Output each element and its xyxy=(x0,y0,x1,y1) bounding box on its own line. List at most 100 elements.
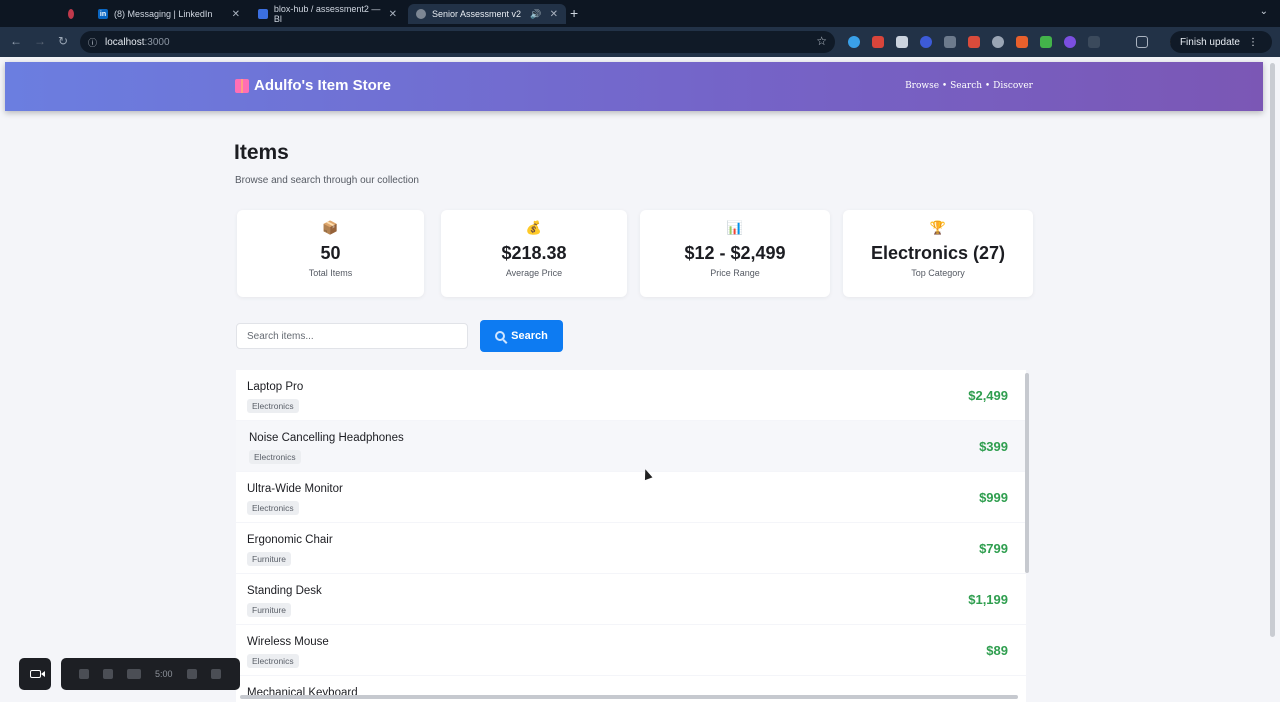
stat-value: 50 xyxy=(320,243,341,263)
stop-icon[interactable] xyxy=(79,669,89,679)
money-bag-icon: 💰 xyxy=(525,220,543,235)
trophy-icon: 🏆 xyxy=(929,220,947,235)
item-name: Ultra-Wide Monitor xyxy=(247,483,343,495)
list-scrollbar-vertical[interactable] xyxy=(1025,373,1029,573)
item-name: Standing Desk xyxy=(247,585,322,597)
search-button[interactable]: Search xyxy=(480,320,563,352)
page-subtitle: Browse and search through our collection xyxy=(235,175,419,186)
stat-card-total-items: 📦 50 Total Items xyxy=(237,210,424,297)
search-icon xyxy=(495,331,506,341)
item-name: Noise Cancelling Headphones xyxy=(249,432,404,444)
item-name: Laptop Pro xyxy=(247,381,304,393)
tab-label: blox-hub / assessment2 — Bl xyxy=(273,4,381,24)
extension-icon[interactable] xyxy=(968,36,980,48)
category-badge: Furniture xyxy=(247,552,292,566)
list-item[interactable]: Standing Desk Furniture $1,199 xyxy=(236,574,1026,624)
bar-chart-icon: 📊 xyxy=(726,220,744,235)
tab-label: Senior Assessment v2 xyxy=(432,9,522,19)
tab-senior-assessment[interactable]: Senior Assessment v2 🔊 ✕ xyxy=(408,4,566,24)
extension-icon[interactable] xyxy=(944,36,956,48)
extension-icon[interactable] xyxy=(872,36,884,48)
url-port: :3000 xyxy=(144,36,170,48)
camera-icon xyxy=(29,670,41,678)
list-item[interactable]: Wireless Mouse Electronics $89 xyxy=(236,625,1026,675)
camera-toggle-button[interactable] xyxy=(19,658,51,690)
extension-icon[interactable] xyxy=(992,36,1004,48)
stat-label: Total Items xyxy=(308,268,353,278)
address-bar[interactable]: ⓘ localhost:3000 ☆ xyxy=(80,31,835,53)
extension-icon[interactable] xyxy=(1040,36,1052,48)
stat-card-price-range: 📊 $12 - $2,499 Price Range xyxy=(640,210,830,297)
new-tab-button[interactable]: + xyxy=(570,5,578,21)
forward-button[interactable]: → xyxy=(34,34,46,48)
chevron-down-icon[interactable]: ⌄ xyxy=(1260,6,1268,17)
globe-icon xyxy=(416,9,426,19)
close-icon[interactable]: ✕ xyxy=(550,9,558,20)
item-name: Ergonomic Chair xyxy=(247,534,333,546)
item-price: $399 xyxy=(979,439,1008,454)
stat-value: $218.38 xyxy=(501,243,567,263)
extension-icon[interactable] xyxy=(1064,36,1076,48)
browser-toolbar: ← → ↻ ⓘ localhost:3000 ☆ Finish update ⋮ xyxy=(0,27,1280,57)
page-title: Items xyxy=(234,141,289,164)
draw-icon[interactable] xyxy=(186,669,197,679)
tab-linkedin[interactable]: in (8) Messaging | LinkedIn ✕ xyxy=(90,4,248,24)
finish-update-button[interactable]: Finish update ⋮ xyxy=(1169,31,1272,53)
trash-icon[interactable] xyxy=(210,669,221,679)
finish-update-label: Finish update xyxy=(1179,36,1240,48)
search-button-label: Search xyxy=(511,330,548,342)
extension-icon[interactable] xyxy=(896,36,908,48)
page-viewport: Adulfo's Item Store Browse • Search • Di… xyxy=(0,57,1280,702)
site-info-icon[interactable]: ⓘ xyxy=(88,36,97,49)
category-badge: Electronics xyxy=(249,450,301,464)
site-header: Adulfo's Item Store Browse • Search • Di… xyxy=(5,62,1263,111)
speaker-icon[interactable]: 🔊 xyxy=(530,9,541,20)
url-host: localhost xyxy=(105,36,145,48)
extensions-puzzle-icon[interactable] xyxy=(1136,36,1148,48)
tab-pinned[interactable] xyxy=(60,4,88,24)
stat-value: $12 - $2,499 xyxy=(684,243,786,263)
item-price: $89 xyxy=(986,643,1008,658)
box-icon: 📦 xyxy=(322,220,339,235)
list-item[interactable]: Ultra-Wide Monitor Electronics $999 xyxy=(236,472,1026,522)
item-price: $1,199 xyxy=(968,592,1008,607)
extension-icon[interactable] xyxy=(1088,36,1100,48)
close-icon[interactable]: ✕ xyxy=(232,9,240,20)
linkedin-icon: in xyxy=(98,9,108,19)
brand-name: Adulfo's Item Store xyxy=(254,77,391,94)
browser-tab-bar: in (8) Messaging | LinkedIn ✕ blox-hub /… xyxy=(0,0,1280,27)
list-scrollbar-horizontal[interactable] xyxy=(240,695,1018,699)
category-badge: Electronics xyxy=(247,399,299,413)
bookmark-star-icon[interactable]: ☆ xyxy=(816,34,827,48)
record-icon xyxy=(68,9,74,19)
list-item[interactable]: Ergonomic Chair Furniture $799 xyxy=(236,523,1026,573)
list-item[interactable]: Laptop Pro Electronics $2,499 xyxy=(236,370,1026,420)
pause-icon[interactable] xyxy=(103,669,113,679)
page-scrollbar[interactable] xyxy=(1270,63,1275,637)
restart-icon[interactable] xyxy=(127,669,141,679)
stat-label: Top Category xyxy=(911,268,965,278)
gift-icon xyxy=(235,78,249,93)
stat-value: Electronics (27) xyxy=(870,243,1006,263)
category-badge: Furniture xyxy=(247,603,292,617)
item-price: $999 xyxy=(979,490,1008,505)
list-item[interactable]: Noise Cancelling Headphones Electronics … xyxy=(236,421,1026,471)
stat-card-top-category: 🏆 Electronics (27) Top Category xyxy=(843,210,1033,297)
reload-button[interactable]: ↻ xyxy=(58,34,68,48)
item-price: $2,499 xyxy=(968,388,1008,403)
item-price: $799 xyxy=(979,541,1008,556)
tab-label: (8) Messaging | LinkedIn xyxy=(114,9,213,19)
tab-blox-hub[interactable]: blox-hub / assessment2 — Bl ✕ xyxy=(250,4,405,24)
stat-label: Price Range xyxy=(710,268,760,278)
recorder-controls: 5:00 xyxy=(61,658,240,690)
extension-icon[interactable] xyxy=(1016,36,1028,48)
stat-label: Average Price xyxy=(505,268,563,278)
search-input[interactable] xyxy=(236,323,468,349)
extension-icon[interactable] xyxy=(848,36,860,48)
close-icon[interactable]: ✕ xyxy=(389,9,397,20)
kebab-menu-icon[interactable]: ⋮ xyxy=(1248,37,1258,48)
brand[interactable]: Adulfo's Item Store xyxy=(235,77,391,94)
extension-icon[interactable] xyxy=(920,36,932,48)
category-badge: Electronics xyxy=(247,501,299,515)
back-button[interactable]: ← xyxy=(10,34,22,48)
